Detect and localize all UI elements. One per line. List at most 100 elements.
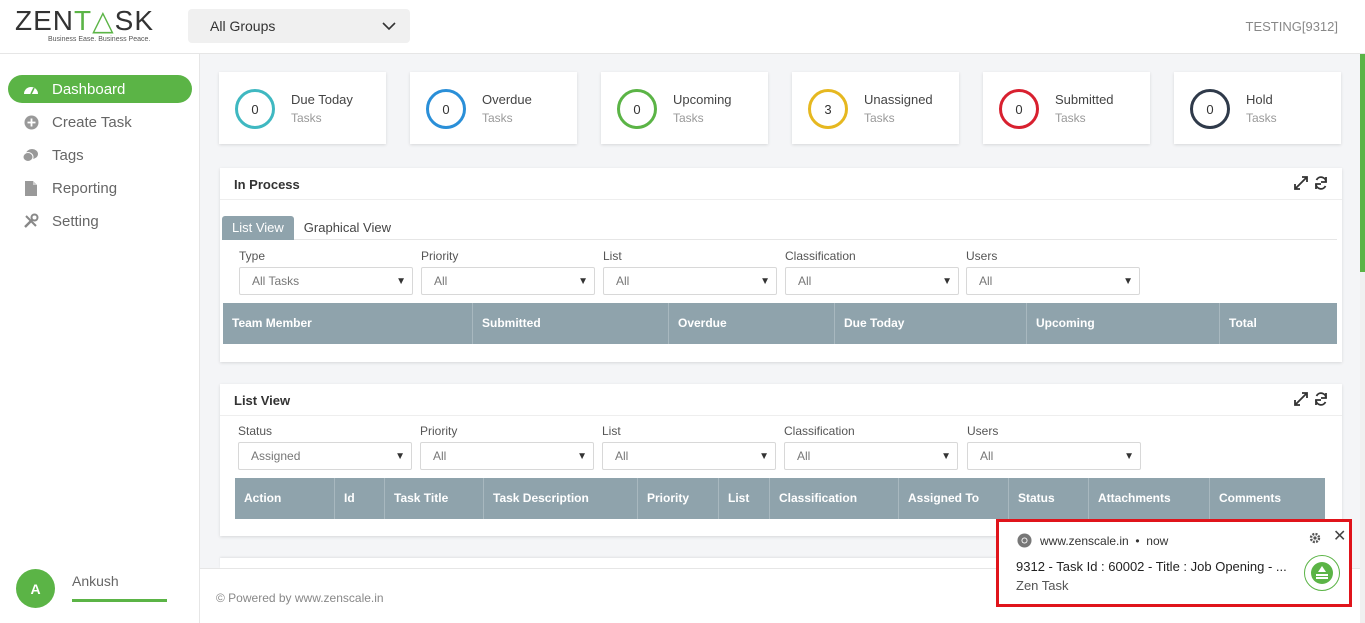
filter-label: Type <box>239 249 266 263</box>
list-view-panel: List View Status Assigned ▼ Priority All ▼… <box>220 384 1342 536</box>
user-profile[interactable]: A Ankush <box>16 569 186 609</box>
column-header[interactable]: Due Today <box>835 303 1027 344</box>
tab-list-view[interactable]: List View <box>222 216 294 240</box>
column-header[interactable]: Overdue <box>669 303 835 344</box>
caret-down-icon: ▼ <box>395 450 405 462</box>
close-icon[interactable]: ✕ <box>1333 529 1346 545</box>
stat-card-submitted[interactable]: 0 Submitted Tasks <box>983 72 1150 144</box>
expand-icon[interactable] <box>1294 392 1308 406</box>
status-select[interactable]: Assigned ▼ <box>238 442 412 470</box>
footer-text: © Powered by www.zenscale.in <box>216 591 384 605</box>
column-header[interactable]: Status <box>1009 478 1089 519</box>
priority-select[interactable]: All ▼ <box>421 267 595 295</box>
sidebar-item-tags[interactable]: Tags <box>8 141 192 169</box>
file-icon <box>22 180 40 196</box>
column-header[interactable]: Upcoming <box>1027 303 1220 344</box>
gear-icon[interactable] <box>1309 532 1321 544</box>
classification-select[interactable]: All ▼ <box>785 267 959 295</box>
priority-filter: Priority All ▼ <box>420 424 594 470</box>
stat-sub: Tasks <box>1055 111 1086 125</box>
tag-icon <box>22 147 40 163</box>
list-view-table-header: Action Id Task Title Task Description Pr… <box>235 478 1325 519</box>
column-header[interactable]: Action <box>235 478 335 519</box>
stat-count: 0 <box>1190 89 1230 129</box>
caret-down-icon: ▼ <box>577 450 587 462</box>
users-filter: Users All ▼ <box>966 249 1140 295</box>
column-header[interactable]: Attachments <box>1089 478 1210 519</box>
list-filter: List All ▼ <box>602 424 776 470</box>
stat-sub: Tasks <box>864 111 895 125</box>
users-select[interactable]: All ▼ <box>967 442 1141 470</box>
sidebar-item-setting[interactable]: Setting <box>8 207 192 235</box>
caret-down-icon: ▼ <box>942 275 952 287</box>
list-select[interactable]: All ▼ <box>603 267 777 295</box>
classification-select[interactable]: All ▼ <box>784 442 958 470</box>
stat-card-unassigned[interactable]: 3 Unassigned Tasks <box>792 72 959 144</box>
sidebar-item-reporting[interactable]: Reporting <box>8 174 192 202</box>
filter-label: List <box>602 424 621 438</box>
column-header[interactable]: Submitted <box>473 303 669 344</box>
tab-graphical-view[interactable]: Graphical View <box>294 216 401 240</box>
stat-card-due-today[interactable]: 0 Due Today Tasks <box>219 72 386 144</box>
account-label[interactable]: TESTING[9312] <box>1246 19 1338 34</box>
stat-count: 3 <box>808 89 848 129</box>
column-header[interactable]: List <box>719 478 770 519</box>
column-header[interactable]: Priority <box>638 478 719 519</box>
caret-down-icon: ▼ <box>396 275 406 287</box>
list-filter: List All ▼ <box>603 249 777 295</box>
browser-notification[interactable]: www.zenscale.in • now ✕ 9312 - Task Id :… <box>996 519 1352 607</box>
in-process-panel: In Process List View Graphical View Type… <box>220 168 1342 362</box>
type-filter: Type All Tasks ▼ <box>239 249 413 295</box>
next-panel-edge <box>220 558 1000 568</box>
group-select-value: All Groups <box>210 18 276 34</box>
column-header[interactable]: Id <box>335 478 385 519</box>
type-select[interactable]: All Tasks ▼ <box>239 267 413 295</box>
sidebar-item-dashboard[interactable]: Dashboard <box>8 75 192 103</box>
group-select[interactable]: All Groups <box>188 9 410 43</box>
stat-label: Overdue <box>482 92 532 107</box>
stat-sub: Tasks <box>1246 111 1277 125</box>
tools-icon <box>22 213 40 229</box>
classification-filter: Classification All ▼ <box>785 249 959 295</box>
sidebar-item-create-task[interactable]: Create Task <box>8 108 192 136</box>
status-filter: Status Assigned ▼ <box>238 424 412 470</box>
avatar: A <box>16 569 55 608</box>
caret-down-icon: ▼ <box>759 450 769 462</box>
panel-header: In Process <box>220 168 1342 200</box>
stat-card-upcoming[interactable]: 0 Upcoming Tasks <box>601 72 768 144</box>
panel-title: List View <box>234 393 291 408</box>
users-select[interactable]: All ▼ <box>966 267 1140 295</box>
caret-down-icon: ▼ <box>1123 275 1133 287</box>
refresh-icon[interactable] <box>1314 176 1328 190</box>
stat-card-overdue[interactable]: 0 Overdue Tasks <box>410 72 577 144</box>
notification-source: www.zenscale.in • now <box>1040 534 1169 548</box>
stat-label: Hold <box>1246 92 1273 107</box>
priority-select[interactable]: All ▼ <box>420 442 594 470</box>
refresh-icon[interactable] <box>1314 392 1328 406</box>
classification-filter: Classification All ▼ <box>784 424 958 470</box>
sidebar: Dashboard Create Task Tags Reporting Set… <box>0 54 200 623</box>
logo[interactable]: ZENT△SK Business Ease. Business Peace. <box>15 6 160 46</box>
stat-sub: Tasks <box>291 111 322 125</box>
column-header[interactable]: Team Member <box>223 303 473 344</box>
column-header[interactable]: Total <box>1220 303 1337 344</box>
stat-card-hold[interactable]: 0 Hold Tasks <box>1174 72 1341 144</box>
list-select[interactable]: All ▼ <box>602 442 776 470</box>
in-process-table-header: Team Member Submitted Overdue Due Today … <box>223 303 1337 344</box>
chevron-down-icon <box>382 21 396 30</box>
column-header[interactable]: Task Title <box>385 478 484 519</box>
users-filter: Users All ▼ <box>967 424 1141 470</box>
column-header[interactable]: Classification <box>770 478 899 519</box>
expand-icon[interactable] <box>1294 176 1308 190</box>
scrollbar-thumb[interactable] <box>1360 54 1365 272</box>
caret-down-icon: ▼ <box>1124 450 1134 462</box>
stat-count: 0 <box>426 89 466 129</box>
scrollbar[interactable] <box>1360 54 1365 623</box>
caret-down-icon: ▼ <box>578 275 588 287</box>
column-header[interactable]: Assigned To <box>899 478 1009 519</box>
column-header[interactable]: Comments <box>1210 478 1325 519</box>
sidebar-item-label: Create Task <box>52 113 132 131</box>
user-name: Ankush <box>72 573 119 589</box>
view-tabs: List View Graphical View <box>222 216 1337 240</box>
column-header[interactable]: Task Description <box>484 478 638 519</box>
